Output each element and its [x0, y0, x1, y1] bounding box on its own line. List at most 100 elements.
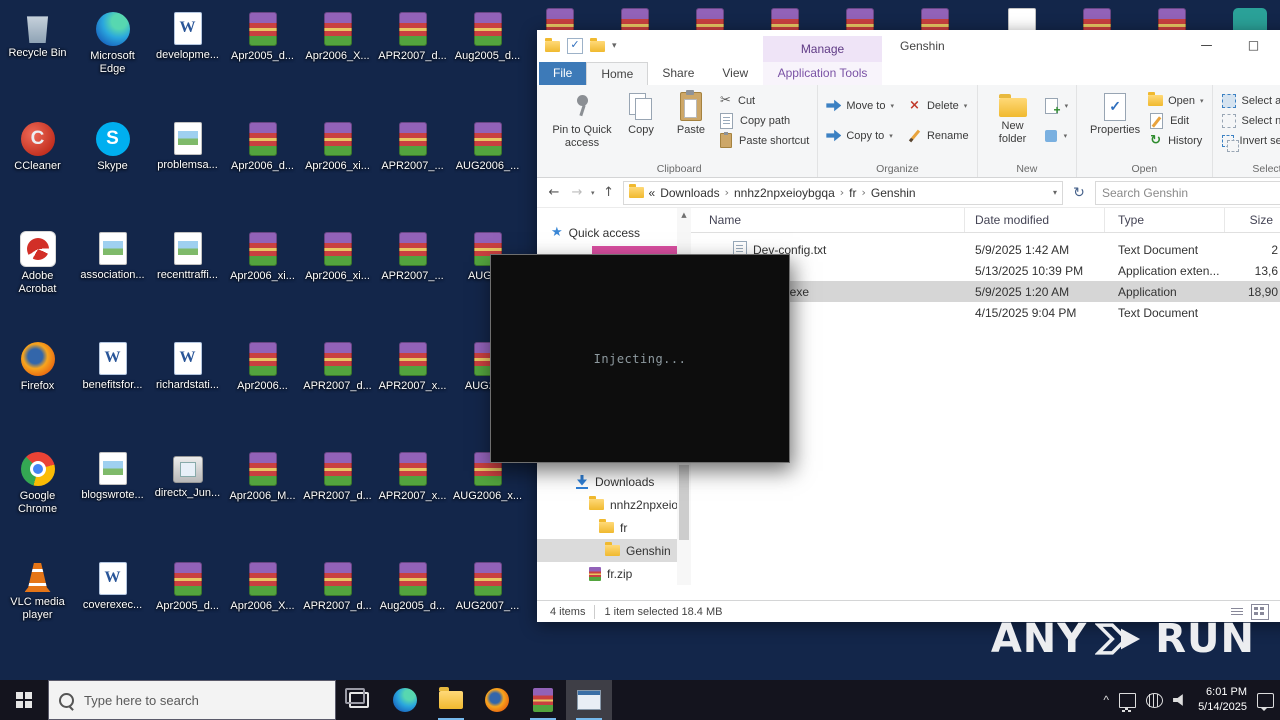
- qat-properties-icon[interactable]: [567, 38, 583, 54]
- desktop-icon-archive[interactable]: APR2007_d...: [300, 336, 375, 446]
- paste-button[interactable]: Paste: [667, 88, 715, 161]
- nav-item-fr-zip[interactable]: fr.zip: [537, 562, 677, 585]
- desktop-icon-file[interactable]: recenttraffi...: [150, 226, 225, 336]
- move-to-button[interactable]: Move to ▾: [826, 97, 894, 114]
- edit-button[interactable]: Edit: [1148, 112, 1203, 129]
- nav-item-downloads[interactable]: Downloads: [537, 470, 677, 493]
- action-center-icon[interactable]: [1257, 692, 1274, 711]
- copy-path-button[interactable]: Copy path: [718, 112, 809, 129]
- desktop-icon-edge[interactable]: Microsoft Edge: [75, 6, 150, 116]
- desktop-icon-archive[interactable]: Apr2006_X...: [300, 6, 375, 116]
- desktop-icon-archive[interactable]: APR2007_...: [375, 226, 450, 336]
- back-button[interactable]: ←: [545, 185, 563, 200]
- desktop-icon-archive[interactable]: Apr2006_d...: [225, 116, 300, 226]
- easy-access-button[interactable]: ▾: [1043, 127, 1069, 144]
- desktop-icon-archive[interactable]: Apr2006_X...: [225, 556, 300, 666]
- contextual-tab-manage[interactable]: Manage: [763, 36, 882, 62]
- taskbar-winrar-button[interactable]: [520, 680, 566, 720]
- display-tray-icon[interactable]: [1119, 692, 1137, 710]
- explorer-search[interactable]: [1095, 180, 1280, 205]
- desktop-icon-archive[interactable]: APR2007_...: [375, 116, 450, 226]
- taskbar-search[interactable]: [48, 680, 336, 720]
- qat-dropdown-icon[interactable]: ▾: [612, 41, 617, 51]
- task-view-button[interactable]: [336, 680, 382, 720]
- desktop-icon-archive[interactable]: Aug2005_d...: [375, 556, 450, 666]
- delete-button[interactable]: × Delete ▾: [907, 97, 969, 114]
- copy-to-button[interactable]: Copy to ▾: [826, 127, 894, 144]
- desktop-icon-archive[interactable]: APR2007_d...: [375, 6, 450, 116]
- desktop-icon-archive[interactable]: Apr2006...: [225, 336, 300, 446]
- desktop-icon-archive[interactable]: APR2007_x...: [375, 446, 450, 556]
- desktop-icon-file[interactable]: blogswrote...: [75, 446, 150, 556]
- tab-application-tools[interactable]: Application Tools: [763, 62, 882, 85]
- taskbar-firefox-button[interactable]: [474, 680, 520, 720]
- desktop-icon-chrome[interactable]: Google Chrome: [0, 446, 75, 556]
- desktop-icon-archive[interactable]: Aug2005_d...: [450, 6, 525, 116]
- forward-button[interactable]: →: [568, 185, 586, 200]
- desktop-icon-archive[interactable]: Apr2006_xi...: [225, 226, 300, 336]
- scrollbar-thumb[interactable]: [679, 465, 689, 540]
- desktop-icon-archive[interactable]: Apr2005_d...: [225, 6, 300, 116]
- up-button[interactable]: ↑: [600, 185, 618, 200]
- desktop-icon-file[interactable]: benefitsfor...: [75, 336, 150, 446]
- taskbar-edge-button[interactable]: [382, 680, 428, 720]
- maximize-button[interactable]: □: [1230, 30, 1277, 62]
- tab-share[interactable]: Share: [648, 62, 708, 85]
- desktop-icon-file[interactable]: problemsa...: [150, 116, 225, 226]
- desktop-icon-ccleaner[interactable]: CCleaner: [0, 116, 75, 226]
- column-header-name[interactable]: Name: [691, 208, 965, 232]
- desktop-icon-archive[interactable]: Apr2006_M...: [225, 446, 300, 556]
- desktop-icon-archive[interactable]: Apr2006_xi...: [300, 116, 375, 226]
- address-dropdown-icon[interactable]: ▾: [1053, 188, 1057, 197]
- breadcrumb-downloads[interactable]: Downloads: [660, 186, 719, 200]
- invert-selection-button[interactable]: Invert selection: [1221, 132, 1280, 152]
- desktop-icon-archive[interactable]: AUG2007_...: [450, 556, 525, 666]
- copy-button[interactable]: Copy: [618, 88, 664, 161]
- console-window[interactable]: Injecting...: [490, 254, 790, 463]
- tab-file[interactable]: File: [539, 62, 587, 85]
- desktop-icon-archive[interactable]: APR2007_x...: [375, 336, 450, 446]
- breadcrumb-genshin[interactable]: Genshin: [871, 186, 916, 200]
- breadcrumb-folder[interactable]: nnhz2npxeioybgqa: [734, 186, 835, 200]
- column-header-type[interactable]: Type: [1105, 208, 1225, 232]
- desktop-icon-file[interactable]: richardstati...: [150, 336, 225, 446]
- desktop-icon-archive[interactable]: AUG2006_...: [450, 116, 525, 226]
- desktop-icon-archive[interactable]: APR2007_d...: [300, 446, 375, 556]
- refresh-button[interactable]: ↻: [1068, 181, 1090, 205]
- scroll-up-icon[interactable]: ▲: [677, 208, 691, 222]
- network-tray-icon[interactable]: [1146, 692, 1164, 708]
- start-button[interactable]: [0, 680, 48, 720]
- new-item-button[interactable]: ▾: [1043, 97, 1068, 117]
- nav-item-folder[interactable]: nnhz2npxeioy: [537, 493, 677, 516]
- desktop-icon-archive[interactable]: APR2007_d...: [300, 556, 375, 666]
- desktop-icon-file[interactable]: coverexec...: [75, 556, 150, 666]
- column-header-size[interactable]: Size: [1225, 208, 1280, 232]
- desktop-icon-installer[interactable]: directx_Jun...: [150, 446, 225, 556]
- select-none-button[interactable]: Select none: [1221, 112, 1280, 129]
- recent-locations-dropdown[interactable]: ▾: [591, 189, 595, 197]
- nav-quick-access[interactable]: ★ Quick access: [537, 221, 677, 244]
- breadcrumb-fr[interactable]: fr: [849, 186, 856, 200]
- new-folder-button[interactable]: New folder: [986, 88, 1040, 161]
- desktop-icon-file[interactable]: association...: [75, 226, 150, 336]
- tab-view[interactable]: View: [708, 62, 762, 85]
- desktop-icon-firefox[interactable]: Firefox: [0, 336, 75, 446]
- breadcrumb-collapsed[interactable]: «: [649, 186, 656, 200]
- select-all-button[interactable]: Select all: [1221, 92, 1280, 109]
- tray-chevron-icon[interactable]: ^: [1103, 693, 1109, 707]
- desktop-icon-recycle-bin[interactable]: Recycle Bin: [0, 6, 75, 116]
- nav-item-fr[interactable]: fr: [537, 516, 677, 539]
- rename-button[interactable]: Rename: [907, 127, 969, 144]
- explorer-search-input[interactable]: [1096, 185, 1280, 200]
- minimize-button[interactable]: —: [1183, 30, 1230, 62]
- taskbar-search-input[interactable]: [82, 691, 306, 709]
- desktop-icon-file[interactable]: developme...: [150, 6, 225, 116]
- desktop-icon-skype[interactable]: Skype: [75, 116, 150, 226]
- history-button[interactable]: ↻ History: [1148, 132, 1203, 149]
- pin-to-quick-access-button[interactable]: Pin to Quick access: [549, 88, 615, 161]
- title-bar[interactable]: ▾ Manage Genshin — □: [537, 30, 1280, 62]
- paste-shortcut-button[interactable]: Paste shortcut: [718, 132, 809, 149]
- volume-tray-icon[interactable]: [1173, 694, 1183, 706]
- open-button[interactable]: Open ▾: [1148, 92, 1204, 109]
- desktop-icon-archive[interactable]: Apr2005_d...: [150, 556, 225, 666]
